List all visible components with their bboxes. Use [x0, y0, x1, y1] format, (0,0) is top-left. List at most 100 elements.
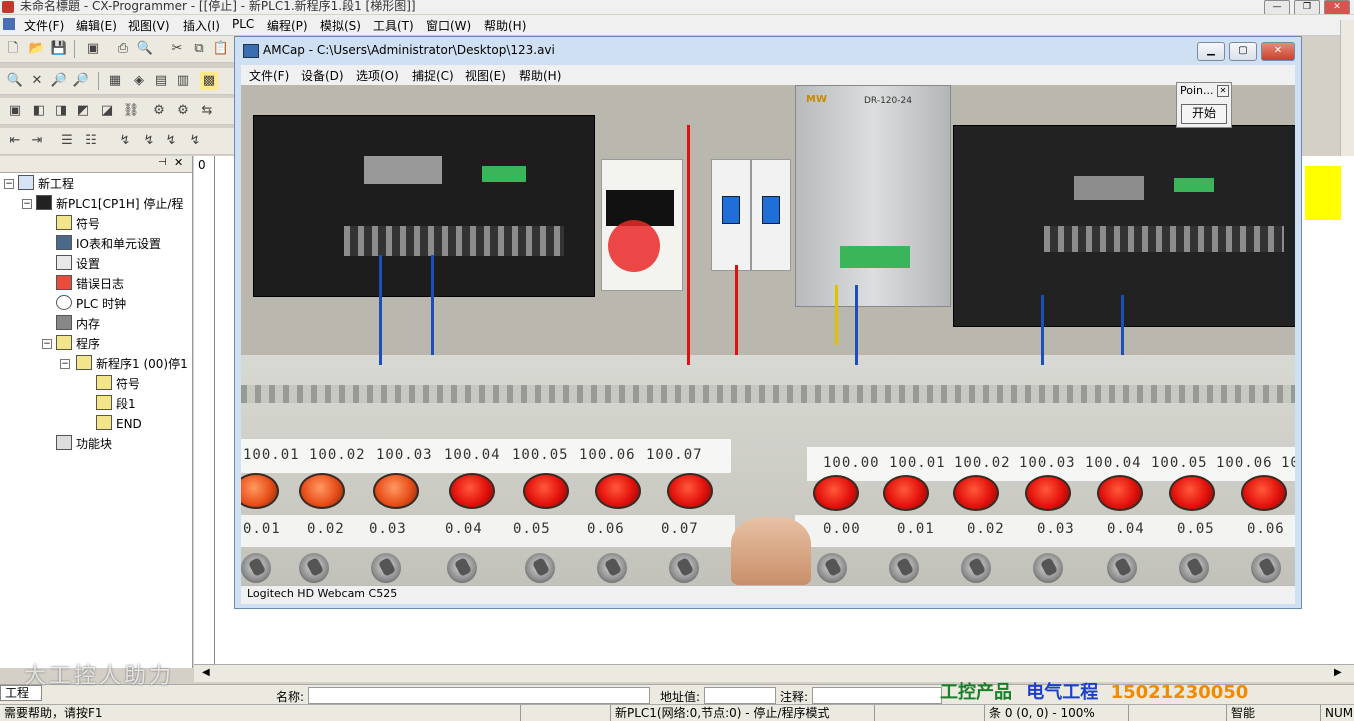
list-edit-icon[interactable]: ☷ [82, 132, 100, 150]
ladder-view-icon[interactable]: ▩ [200, 72, 218, 90]
tree-item-io-table[interactable]: IO表和单元设置 [56, 235, 161, 253]
properties-icon[interactable]: ▣ [84, 40, 102, 58]
list-icon[interactable]: ☰ [58, 132, 76, 150]
monitor-icon[interactable]: ▥ [174, 72, 192, 90]
output-label: 100.01 [889, 455, 946, 471]
amcap-menu-capture[interactable]: 捕捉(C) [412, 67, 454, 84]
name-field[interactable] [308, 687, 650, 704]
network-icon[interactable]: ⚙ [150, 102, 168, 120]
tree-item-memory[interactable]: 内存 [56, 315, 100, 333]
menu-file[interactable]: 文件(F) [24, 17, 64, 34]
menu-help[interactable]: 帮助(H) [484, 17, 526, 34]
main-window-title: 未命名標題 - CX-Programmer - [[停止] - 新PLC1.新程… [20, 0, 416, 13]
menu-view[interactable]: 视图(V) [128, 17, 170, 34]
tree-item-symbols[interactable]: 符号 [56, 215, 100, 233]
open-folder-icon[interactable]: 📂 [28, 40, 46, 58]
amcap-title-bar[interactable]: AMCap - C:\Users\Administrator\Desktop\1… [235, 37, 1301, 65]
new-file-icon[interactable]: 🗋 [4, 40, 22, 58]
find-icon[interactable]: 🔎 [50, 72, 68, 90]
cross-reference-icon[interactable]: ✕ [28, 72, 46, 90]
amcap-close-button[interactable]: ✕ [1261, 42, 1295, 61]
tree-item-programs[interactable]: 程序 [56, 335, 100, 353]
outdent-icon[interactable]: ⇥ [28, 132, 46, 150]
main-restore-button[interactable]: ❐ [1294, 0, 1320, 14]
tree-item-project[interactable]: 新工程 [18, 175, 74, 193]
paste-icon[interactable]: 📋 [212, 40, 230, 58]
cut-icon[interactable]: ✂ [168, 40, 186, 58]
menu-insert[interactable]: 插入(I) [183, 17, 220, 34]
tree-close-icon[interactable]: ✕ [174, 156, 183, 169]
tree-item-plc[interactable]: 新PLC1[CP1H] 停止/程 [36, 195, 183, 213]
tree-expander[interactable]: − [60, 359, 70, 369]
output-window-icon[interactable]: ◧ [30, 102, 48, 120]
watermark-right: 工控产品 电气工程 15021230050 [940, 678, 1248, 704]
tree-item-label: IO表和单元设置 [76, 237, 161, 251]
watch-window-icon[interactable]: ◨ [52, 102, 70, 120]
main-close-button[interactable]: ✕ [1324, 0, 1350, 14]
menu-window[interactable]: 窗口(W) [426, 17, 471, 34]
print-preview-icon[interactable]: 🔍 [136, 40, 154, 58]
amcap-menu-devices[interactable]: 设备(D) [301, 67, 344, 84]
indent-icon[interactable]: ⇤ [6, 132, 24, 150]
start-button[interactable]: 开始 [1181, 104, 1227, 124]
tree-expander[interactable]: − [22, 199, 32, 209]
amcap-menu-file[interactable]: 文件(F) [249, 67, 289, 84]
amcap-maximize-button[interactable]: ▢ [1229, 42, 1257, 61]
programs-icon [56, 335, 72, 350]
wire-blue [1121, 295, 1124, 355]
rung-edit3-icon[interactable]: ↯ [162, 132, 180, 150]
tree-pin-icon[interactable]: ⊣ [158, 157, 167, 168]
tree-expander[interactable]: − [42, 339, 52, 349]
menu-tools[interactable]: 工具(T) [373, 17, 414, 34]
project-window-icon[interactable]: ▣ [6, 102, 24, 120]
rung-edit4-icon[interactable]: ↯ [186, 132, 204, 150]
menu-program[interactable]: 编程(P) [267, 17, 308, 34]
properties-window-icon[interactable]: ◪ [98, 102, 116, 120]
point-popup-close-icon[interactable]: ✕ [1217, 85, 1229, 97]
circuit-breaker-2 [751, 159, 791, 271]
tree-item-error-log[interactable]: 错误日志 [56, 275, 124, 293]
grid-icon[interactable]: ▦ [106, 72, 124, 90]
zoom-icon[interactable]: 🔍 [6, 72, 24, 90]
tree-item-end[interactable]: END [96, 415, 142, 433]
menu-simulate[interactable]: 模拟(S) [320, 17, 361, 34]
tree-item-section1[interactable]: 段1 [96, 395, 136, 413]
mdi-doc-icon[interactable] [3, 18, 15, 30]
tree-item-function-blocks[interactable]: 功能块 [56, 435, 112, 453]
amcap-menu-help[interactable]: 帮助(H) [519, 67, 561, 84]
menu-plc[interactable]: PLC [232, 17, 254, 31]
amcap-menu-options[interactable]: 选项(O) [356, 67, 399, 84]
amcap-menu-view[interactable]: 视图(E) [465, 67, 506, 84]
tree-item-program1[interactable]: 新程序1 (00)停1 [76, 355, 188, 373]
amcap-minimize-button[interactable]: ▁ [1197, 42, 1225, 61]
menu-edit[interactable]: 编辑(E) [76, 17, 117, 34]
toggle-switch [371, 553, 401, 583]
scroll-right-icon[interactable]: ▶ [1334, 667, 1342, 678]
address-field[interactable] [704, 687, 776, 704]
online-icon[interactable]: ⛓ [122, 102, 140, 120]
transfer-icon[interactable]: ⇆ [198, 102, 216, 120]
output-label: 100.03 [1019, 455, 1076, 471]
rung-icon[interactable]: ▤ [152, 72, 170, 90]
address-reference-icon[interactable]: ◩ [74, 102, 92, 120]
io-icon[interactable]: ⚙ [174, 102, 192, 120]
input-label: 0.03 [1037, 521, 1075, 537]
tree-item-settings[interactable]: 设置 [56, 255, 100, 273]
indicator-lamp [373, 473, 419, 509]
wire-blue [431, 255, 434, 355]
tree-item-program-symbols[interactable]: 符号 [96, 375, 140, 393]
find-next-icon[interactable]: 🔎 [72, 72, 90, 90]
amcap-title: AMCap - C:\Users\Administrator\Desktop\1… [263, 43, 555, 57]
scroll-left-icon[interactable]: ◀ [202, 667, 210, 678]
rung-edit2-icon[interactable]: ↯ [140, 132, 158, 150]
copy-icon[interactable]: ⧉ [190, 40, 208, 58]
print-icon[interactable]: ⎙ [114, 40, 132, 58]
main-minimize-button[interactable]: — [1264, 0, 1290, 14]
toggle-switch [1179, 553, 1209, 583]
tree-item-plc-clock[interactable]: PLC 时钟 [56, 295, 126, 313]
save-icon[interactable]: 💾 [50, 40, 68, 58]
comment-field[interactable] [812, 687, 942, 704]
rung-edit-icon[interactable]: ↯ [116, 132, 134, 150]
tree-expander[interactable]: − [4, 179, 14, 189]
comment-icon[interactable]: ◈ [130, 72, 148, 90]
